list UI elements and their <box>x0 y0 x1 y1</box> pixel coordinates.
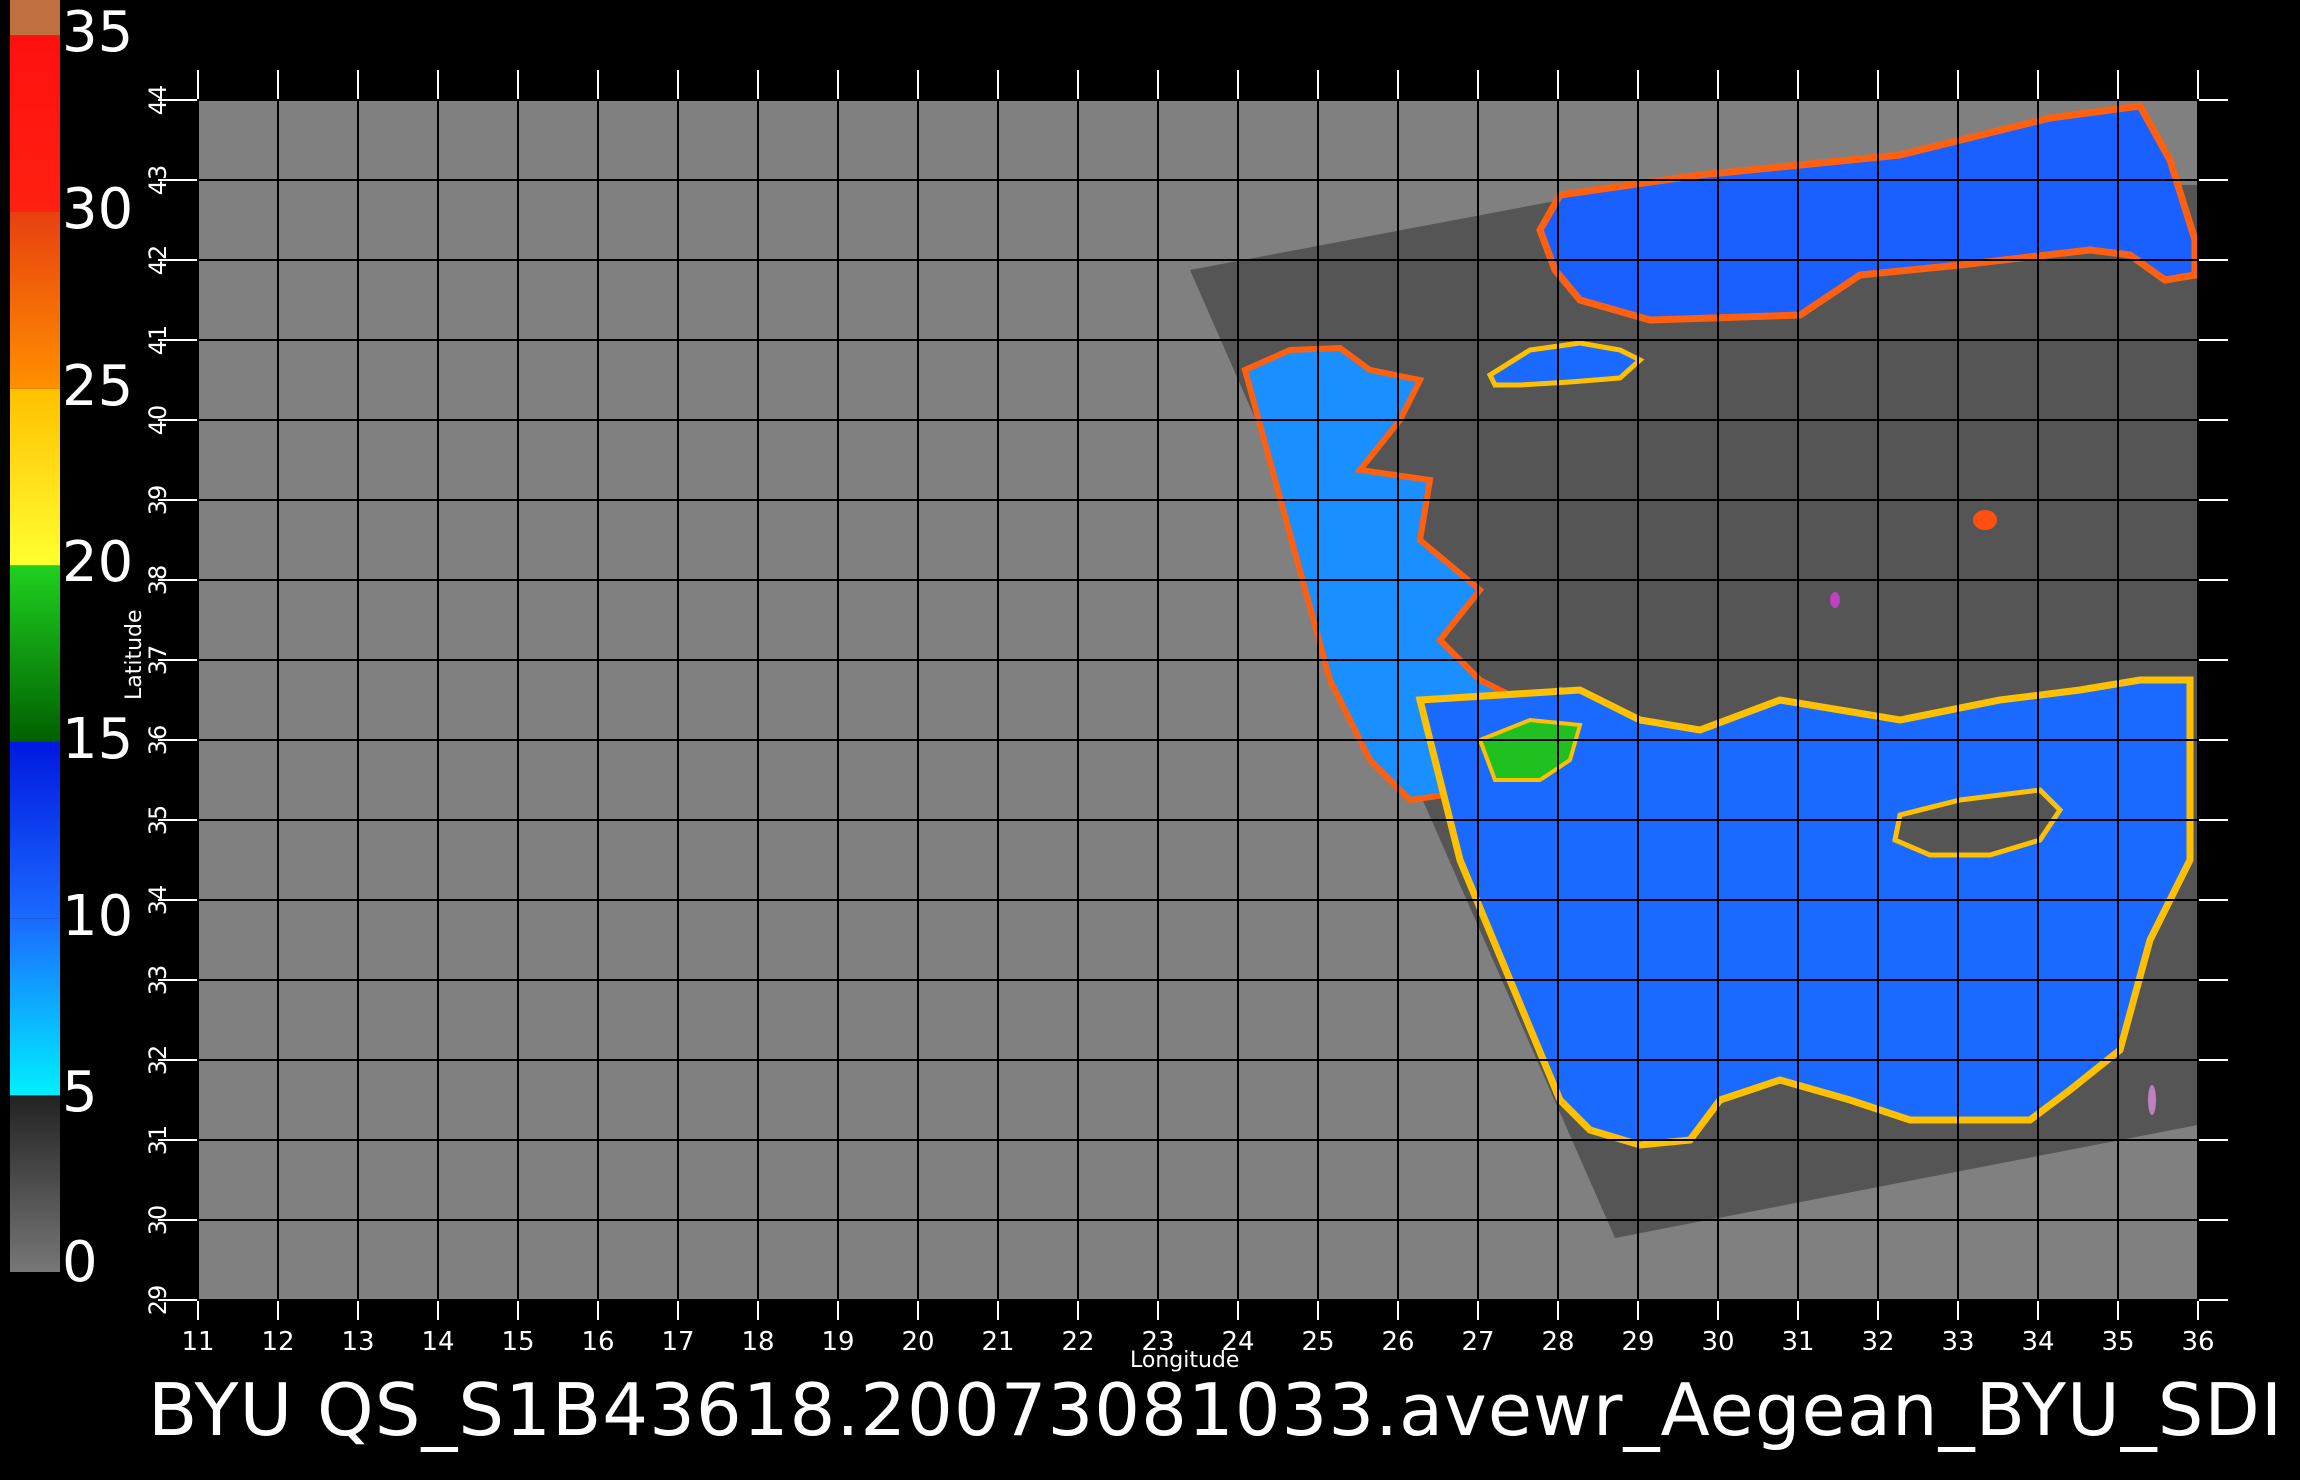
longitude-tick-label: 22 <box>1061 1327 1094 1357</box>
longitude-tick-label: 17 <box>661 1327 694 1357</box>
latitude-tick-label: 38 <box>144 565 172 596</box>
longitude-tick-label: 16 <box>581 1327 614 1357</box>
latitude-tick-label: 37 <box>144 645 172 676</box>
latitude-tick-label: 36 <box>144 725 172 756</box>
latitude-ticks: 29 30 31 32 33 34 35 36 37 38 39 40 41 42 43 44 <box>144 85 172 1316</box>
longitude-tick-label: 19 <box>821 1327 854 1357</box>
longitude-tick-label: 26 <box>1381 1327 1414 1357</box>
longitude-tick-label: 14 <box>421 1327 454 1357</box>
latitude-tick-label: 30 <box>144 1205 172 1236</box>
longitude-tick-label: 28 <box>1541 1327 1574 1357</box>
longitude-tick-label: 18 <box>741 1327 774 1357</box>
longitude-tick-label: 11 <box>181 1327 214 1357</box>
longitude-tick-label: 15 <box>501 1327 534 1357</box>
latitude-tick-label: 44 <box>144 85 172 116</box>
longitude-tick-label: 12 <box>261 1327 294 1357</box>
longitude-tick-label: 21 <box>981 1327 1014 1357</box>
latitude-tick-label: 29 <box>144 1285 172 1316</box>
longitude-tick-label: 25 <box>1301 1327 1334 1357</box>
longitude-tick-label: 30 <box>1701 1327 1734 1357</box>
longitude-tick-label: 34 <box>2021 1327 2054 1357</box>
island-spot <box>1973 510 1997 530</box>
longitude-tick-label: 36 <box>2181 1327 2214 1357</box>
longitude-tick-label: 20 <box>901 1327 934 1357</box>
latitude-tick-label: 39 <box>144 485 172 516</box>
latitude-tick-label: 35 <box>144 805 172 836</box>
longitude-tick-label: 32 <box>1861 1327 1894 1357</box>
map-plot: 11 12 13 14 15 16 17 18 19 20 21 22 23 24 25 26 27 28 29 30… <box>144 70 2228 1357</box>
latitude-tick-label: 40 <box>144 405 172 436</box>
product-title: BYU QS_S1B43618.20073081033.avewr_Aegean… <box>148 1368 2284 1452</box>
longitude-tick-label: 13 <box>341 1327 374 1357</box>
longitude-tick-label: 31 <box>1781 1327 1814 1357</box>
latitude-tick-label: 43 <box>144 165 172 196</box>
longitude-tick-label: 27 <box>1461 1327 1494 1357</box>
longitude-tick-label: 33 <box>1941 1327 1974 1357</box>
latitude-axis-label: Latitude <box>122 609 147 700</box>
latitude-tick-label: 33 <box>144 965 172 996</box>
latitude-tick-label: 32 <box>144 1045 172 1076</box>
latitude-tick-label: 42 <box>144 245 172 276</box>
island-spot <box>1830 592 1840 608</box>
latitude-tick-label: 31 <box>144 1125 172 1156</box>
longitude-tick-label: 29 <box>1621 1327 1654 1357</box>
latitude-tick-label: 41 <box>144 325 172 356</box>
latitude-tick-label: 34 <box>144 885 172 916</box>
longitude-tick-label: 35 <box>2101 1327 2134 1357</box>
island-spot <box>2148 1085 2156 1115</box>
